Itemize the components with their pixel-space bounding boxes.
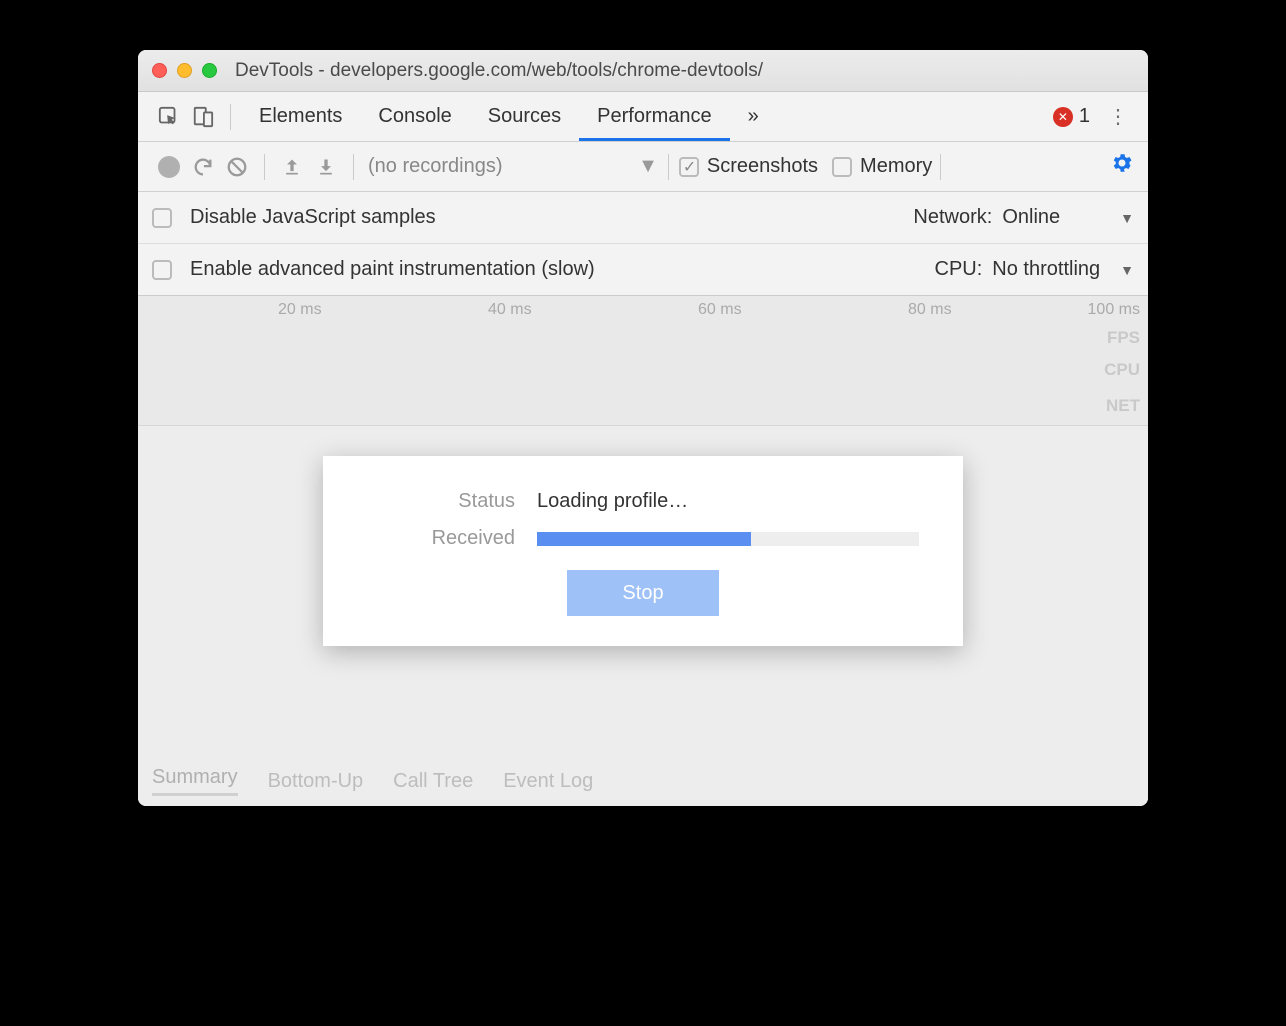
divider (230, 104, 231, 130)
kebab-menu-icon[interactable]: ⋮ (1108, 104, 1128, 129)
clear-button[interactable] (220, 156, 254, 178)
divider (264, 154, 265, 180)
download-profile-button[interactable] (309, 157, 343, 177)
progress-fill (537, 532, 751, 546)
btab-summary[interactable]: Summary (152, 766, 238, 796)
chevron-down-icon: ▼ (638, 155, 658, 177)
ruler-tick: 40 ms (488, 301, 532, 319)
memory-checkbox[interactable]: Memory (832, 155, 932, 178)
performance-toolbar: (no recordings) ▼ Screenshots Memory (138, 142, 1148, 192)
minimize-window-button[interactable] (177, 63, 192, 78)
disable-js-label: Disable JavaScript samples (190, 206, 436, 229)
error-indicator[interactable]: ✕ 1 (1053, 105, 1090, 128)
btab-event-log[interactable]: Event Log (503, 770, 593, 793)
stop-button[interactable]: Stop (567, 570, 719, 616)
ruler-tick: 80 ms (908, 301, 952, 319)
btab-call-tree[interactable]: Call Tree (393, 770, 473, 793)
btab-bottom-up[interactable]: Bottom-Up (268, 770, 364, 793)
record-icon (158, 156, 180, 178)
cpu-throttle-dropdown[interactable]: CPU: No throttling ▼ (935, 258, 1135, 281)
screenshots-checkbox[interactable]: Screenshots (679, 155, 818, 178)
upload-profile-button[interactable] (275, 157, 309, 177)
lane-net: NET (1106, 396, 1140, 416)
bottom-tabbar: Summary Bottom-Up Call Tree Event Log (138, 756, 1148, 806)
options-row-2: Enable advanced paint instrumentation (s… (138, 244, 1148, 296)
titlebar: DevTools - developers.google.com/web/too… (138, 50, 1148, 92)
status-label: Status (367, 490, 537, 513)
checkbox-icon (832, 157, 852, 177)
received-label: Received (367, 527, 537, 550)
settings-gear-icon[interactable] (1110, 151, 1134, 182)
divider (353, 154, 354, 180)
devtools-tabbar: Elements Console Sources Performance » ✕… (138, 92, 1148, 142)
recordings-dropdown[interactable]: (no recordings) ▼ (368, 155, 658, 178)
close-window-button[interactable] (152, 63, 167, 78)
chevron-down-icon: ▼ (1120, 262, 1134, 278)
chevron-down-icon: ▼ (1120, 210, 1134, 226)
reload-record-button[interactable] (186, 156, 220, 178)
device-mode-icon[interactable] (186, 100, 220, 134)
ruler-tick: 60 ms (698, 301, 742, 319)
checkbox-icon[interactable] (152, 208, 172, 228)
checkbox-icon[interactable] (152, 260, 172, 280)
checkbox-icon (679, 157, 699, 177)
ruler-tick: 100 ms (1088, 301, 1140, 319)
performance-canvas: Status Loading profile… Received Stop (138, 426, 1148, 756)
tab-performance[interactable]: Performance (579, 92, 730, 141)
traffic-lights (152, 63, 217, 78)
network-throttle-dropdown[interactable]: Network: Online ▼ (913, 206, 1134, 229)
lane-fps: FPS (1107, 328, 1140, 348)
status-value: Loading profile… (537, 490, 688, 513)
window-title: DevTools - developers.google.com/web/too… (235, 60, 763, 82)
progress-bar (537, 532, 919, 546)
tab-console[interactable]: Console (360, 92, 469, 141)
divider (668, 154, 669, 180)
divider (940, 154, 941, 180)
options-row-1: Disable JavaScript samples Network: Onli… (138, 192, 1148, 244)
timeline-ruler: 20 ms 40 ms 60 ms 80 ms 100 ms FPS CPU N… (138, 296, 1148, 426)
tab-overflow[interactable]: » (730, 92, 777, 141)
tab-sources[interactable]: Sources (470, 92, 579, 141)
error-icon: ✕ (1053, 107, 1073, 127)
tab-elements[interactable]: Elements (241, 92, 360, 141)
devtools-window: DevTools - developers.google.com/web/too… (138, 50, 1148, 806)
loading-profile-modal: Status Loading profile… Received Stop (323, 456, 963, 646)
error-count: 1 (1079, 105, 1090, 128)
ruler-tick: 20 ms (278, 301, 322, 319)
zoom-window-button[interactable] (202, 63, 217, 78)
inspect-element-icon[interactable] (152, 100, 186, 134)
record-button[interactable] (152, 156, 186, 178)
enable-paint-label: Enable advanced paint instrumentation (s… (190, 258, 595, 281)
lane-cpu: CPU (1104, 360, 1140, 380)
